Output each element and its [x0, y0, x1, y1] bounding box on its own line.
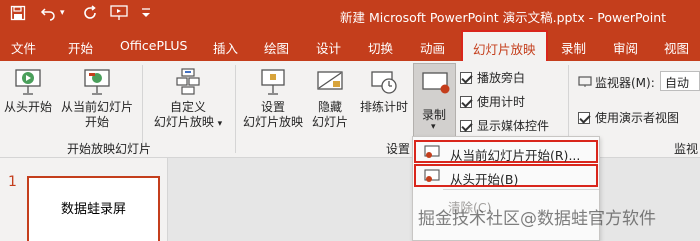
hide-slide-button[interactable]: 隐藏 幻灯片: [308, 67, 352, 130]
undo-dropdown-icon[interactable]: ▾: [60, 8, 65, 18]
tab-review[interactable]: 审阅: [613, 38, 638, 57]
presenter-view-label: 使用演示者视图: [595, 111, 680, 125]
undo-icon[interactable]: [40, 5, 56, 25]
from-current-slide-button[interactable]: 从当前幻灯片 开始: [57, 67, 137, 130]
tab-draw[interactable]: 绘图: [264, 38, 289, 57]
from-current-label-2: 开始: [84, 115, 109, 129]
chevron-down-icon: ▾: [217, 119, 223, 129]
tab-slideshow[interactable]: 幻灯片放映: [461, 30, 548, 61]
hide-slide-label-2: 幻灯片: [311, 115, 348, 129]
tab-animations[interactable]: 动画: [420, 38, 445, 57]
tab-record[interactable]: 录制: [561, 38, 586, 57]
slide-thumbnail[interactable]: 数据蛙录屏: [27, 176, 160, 241]
setup-slideshow-icon: [261, 69, 285, 95]
checkbox-checked-icon: [460, 96, 472, 108]
present-icon[interactable]: [110, 5, 128, 25]
presenter-view-checkbox[interactable]: 使用演示者视图: [578, 109, 679, 126]
record-label: 录制: [422, 108, 447, 122]
window-title: 新建 Microsoft PowerPoint 演示文稿.pptx - Powe…: [340, 10, 667, 25]
stopwatch-icon: [371, 71, 397, 94]
custom-slideshow-label-2: 幻灯片放映: [153, 115, 214, 129]
record-dropdown-icon: ▾: [431, 122, 436, 132]
monitor-selector: 监视器(M):: [578, 74, 655, 91]
monitor-label: 监视器(M):: [595, 76, 655, 90]
slide-thumbnail-pane: 1 数据蛙录屏: [0, 158, 168, 241]
checkbox-checked-icon: [460, 120, 472, 132]
tab-file[interactable]: 文件: [11, 38, 36, 57]
tab-home[interactable]: 开始: [68, 38, 93, 57]
tab-transitions[interactable]: 切换: [368, 38, 393, 57]
rehearse-timings-label: 排练计时: [359, 100, 408, 114]
tab-view[interactable]: 视图: [664, 38, 689, 57]
record-from-current-menu-item[interactable]: 从当前幻灯片开始(R)...: [414, 140, 598, 163]
play-narrations-checkbox[interactable]: 播放旁白: [460, 69, 525, 86]
watermark: 掘金技术社区@数据蛙官方软件: [418, 209, 656, 229]
menu-divider: [443, 189, 599, 190]
slide-thumbnail-text: 数据蛙录屏: [60, 202, 126, 217]
checkbox-checked-icon: [460, 72, 472, 84]
setup-slideshow-button[interactable]: 设置 幻灯片放映: [240, 67, 306, 130]
monitor-icon: [578, 76, 592, 87]
from-beginning-button[interactable]: 从头开始: [2, 67, 54, 115]
tab-officeplus[interactable]: OfficePLUS: [120, 38, 187, 53]
record-current-icon: [424, 145, 440, 158]
from-beginning-label: 从头开始: [3, 100, 52, 114]
start-slideshow-group-label: 开始放映幻灯片: [67, 142, 152, 156]
monitor-select[interactable]: 自动: [660, 71, 700, 91]
play-narrations-label: 播放旁白: [477, 71, 526, 85]
slideshow-current-icon: [84, 69, 110, 95]
record-from-current-label: 从当前幻灯片开始(R)...: [450, 148, 581, 163]
checkbox-checked-icon: [578, 112, 590, 124]
record-beginning-icon: [424, 169, 440, 182]
use-timings-checkbox[interactable]: 使用计时: [460, 93, 525, 110]
record-from-beginning-label: 从头开始(B): [450, 172, 519, 187]
setup-group-label: 设置: [386, 142, 411, 156]
slideshow-start-icon: [15, 69, 41, 95]
monitor-group-label: 监视: [674, 142, 699, 156]
group-divider: [235, 65, 236, 153]
title-bar: ▾ 新建 Microsoft PowerPoint 演示文稿.pptx - Po…: [0, 0, 700, 30]
custom-slideshow-icon: [176, 68, 200, 95]
hide-slide-label-1: 隐藏: [317, 100, 342, 114]
ribbon-tabs: 文件 开始 OfficePLUS 插入 绘图 设计 切换 动画 幻灯片放映 录制…: [0, 30, 700, 61]
custom-slideshow-label-1: 自定义: [169, 100, 206, 114]
use-timings-label: 使用计时: [477, 95, 526, 109]
tab-design[interactable]: 设计: [316, 38, 341, 57]
record-button[interactable]: 录制 ▾: [413, 63, 456, 137]
show-media-controls-label: 显示媒体控件: [477, 119, 550, 133]
record-slideshow-icon: [422, 72, 450, 94]
redo-icon[interactable]: [82, 5, 98, 25]
tab-insert[interactable]: 插入: [213, 38, 238, 57]
setup-slideshow-label-2: 幻灯片放映: [242, 115, 303, 129]
slide-number: 1: [8, 174, 17, 190]
record-from-beginning-menu-item[interactable]: 从头开始(B): [414, 164, 598, 187]
customize-qat-icon[interactable]: [140, 6, 152, 24]
custom-slideshow-button[interactable]: 自定义 幻灯片放映 ▾: [152, 67, 224, 132]
show-media-controls-checkbox[interactable]: 显示媒体控件: [460, 117, 549, 134]
from-current-label-1: 从当前幻灯片: [60, 100, 133, 114]
setup-slideshow-label-1: 设置: [260, 100, 285, 114]
hide-slide-icon: [317, 71, 343, 90]
rehearse-timings-button[interactable]: 排练计时: [356, 67, 412, 115]
save-icon[interactable]: [10, 5, 26, 25]
